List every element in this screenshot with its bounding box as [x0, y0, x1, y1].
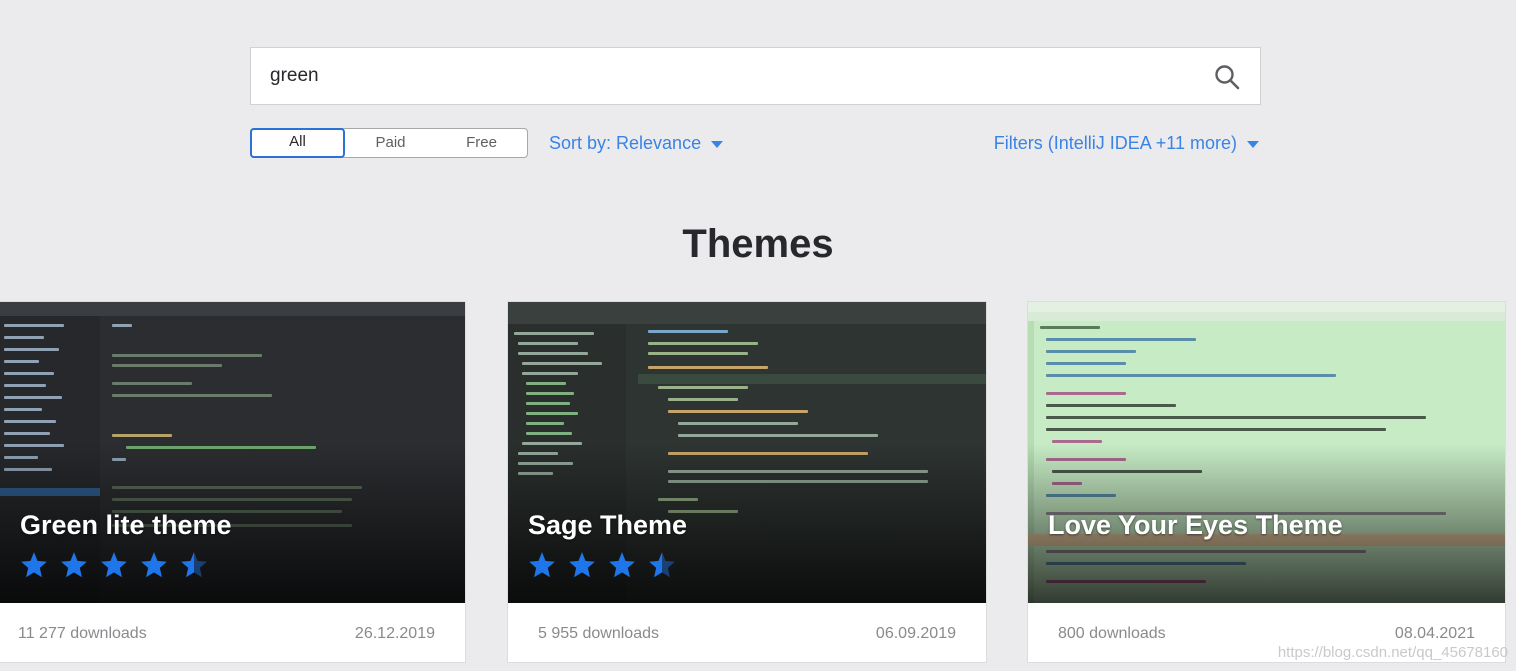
star-half-icon: [181, 552, 207, 578]
chevron-down-icon: [1247, 141, 1259, 148]
chevron-down-icon: [711, 141, 724, 148]
sort-dropdown[interactable]: Sort by: Relevance: [549, 133, 724, 154]
watermark: https://blog.csdn.net/qq_45678160: [1277, 644, 1508, 661]
search-box: [250, 47, 1261, 105]
plugin-card-love-your-eyes[interactable]: Love Your Eyes Theme 800 downloads 08.04…: [1027, 301, 1506, 663]
star-icon: [141, 552, 167, 578]
pricing-filter: All Paid Free: [250, 128, 528, 158]
plugin-card-green-lite[interactable]: Green lite theme 11 277 downloads 26.12.…: [0, 301, 466, 663]
section-title: Themes: [682, 222, 834, 266]
search-icon[interactable]: [1214, 64, 1240, 90]
release-date: 26.12.2019: [354, 625, 435, 642]
star-icon: [61, 552, 87, 578]
filters-dropdown[interactable]: Filters (IntelliJ IDEA +11 more): [994, 133, 1259, 154]
star-icon: [609, 552, 635, 578]
pricing-option-all[interactable]: All: [250, 128, 345, 158]
plugin-card-sage[interactable]: Sage Theme 5 955 downloads 06.09.2019: [507, 301, 987, 663]
star-icon: [21, 552, 47, 578]
theme-preview-image: Sage Theme: [508, 302, 986, 603]
download-count: 5 955 downloads: [538, 625, 659, 642]
card-footer: 11 277 downloads 26.12.2019: [0, 603, 465, 662]
download-count: 800 downloads: [1058, 625, 1166, 642]
card-title: Sage Theme: [528, 510, 688, 540]
card-footer: 5 955 downloads 06.09.2019: [508, 603, 986, 662]
star-icon: [101, 552, 127, 578]
card-title: Love Your Eyes Theme: [1048, 510, 1343, 540]
theme-preview-image: Green lite theme: [0, 302, 465, 603]
download-count: 11 277 downloads: [18, 625, 147, 642]
search-input[interactable]: [251, 48, 1210, 104]
release-date: 06.09.2019: [875, 625, 956, 642]
theme-preview-image: Love Your Eyes Theme: [1028, 302, 1505, 603]
sort-label: Sort by: Relevance: [549, 133, 702, 153]
filters-label: Filters (IntelliJ IDEA +11 more): [993, 133, 1237, 153]
star-icon: [569, 552, 595, 578]
card-title: Green lite theme: [20, 510, 232, 540]
rating-stars: [528, 551, 676, 579]
star-half-icon: [649, 552, 675, 578]
pricing-option-free[interactable]: Free: [436, 129, 527, 157]
rating-stars: [20, 551, 208, 579]
star-icon: [529, 552, 555, 578]
release-date: 08.04.2021: [1394, 625, 1475, 642]
pricing-option-paid[interactable]: Paid: [345, 129, 436, 157]
